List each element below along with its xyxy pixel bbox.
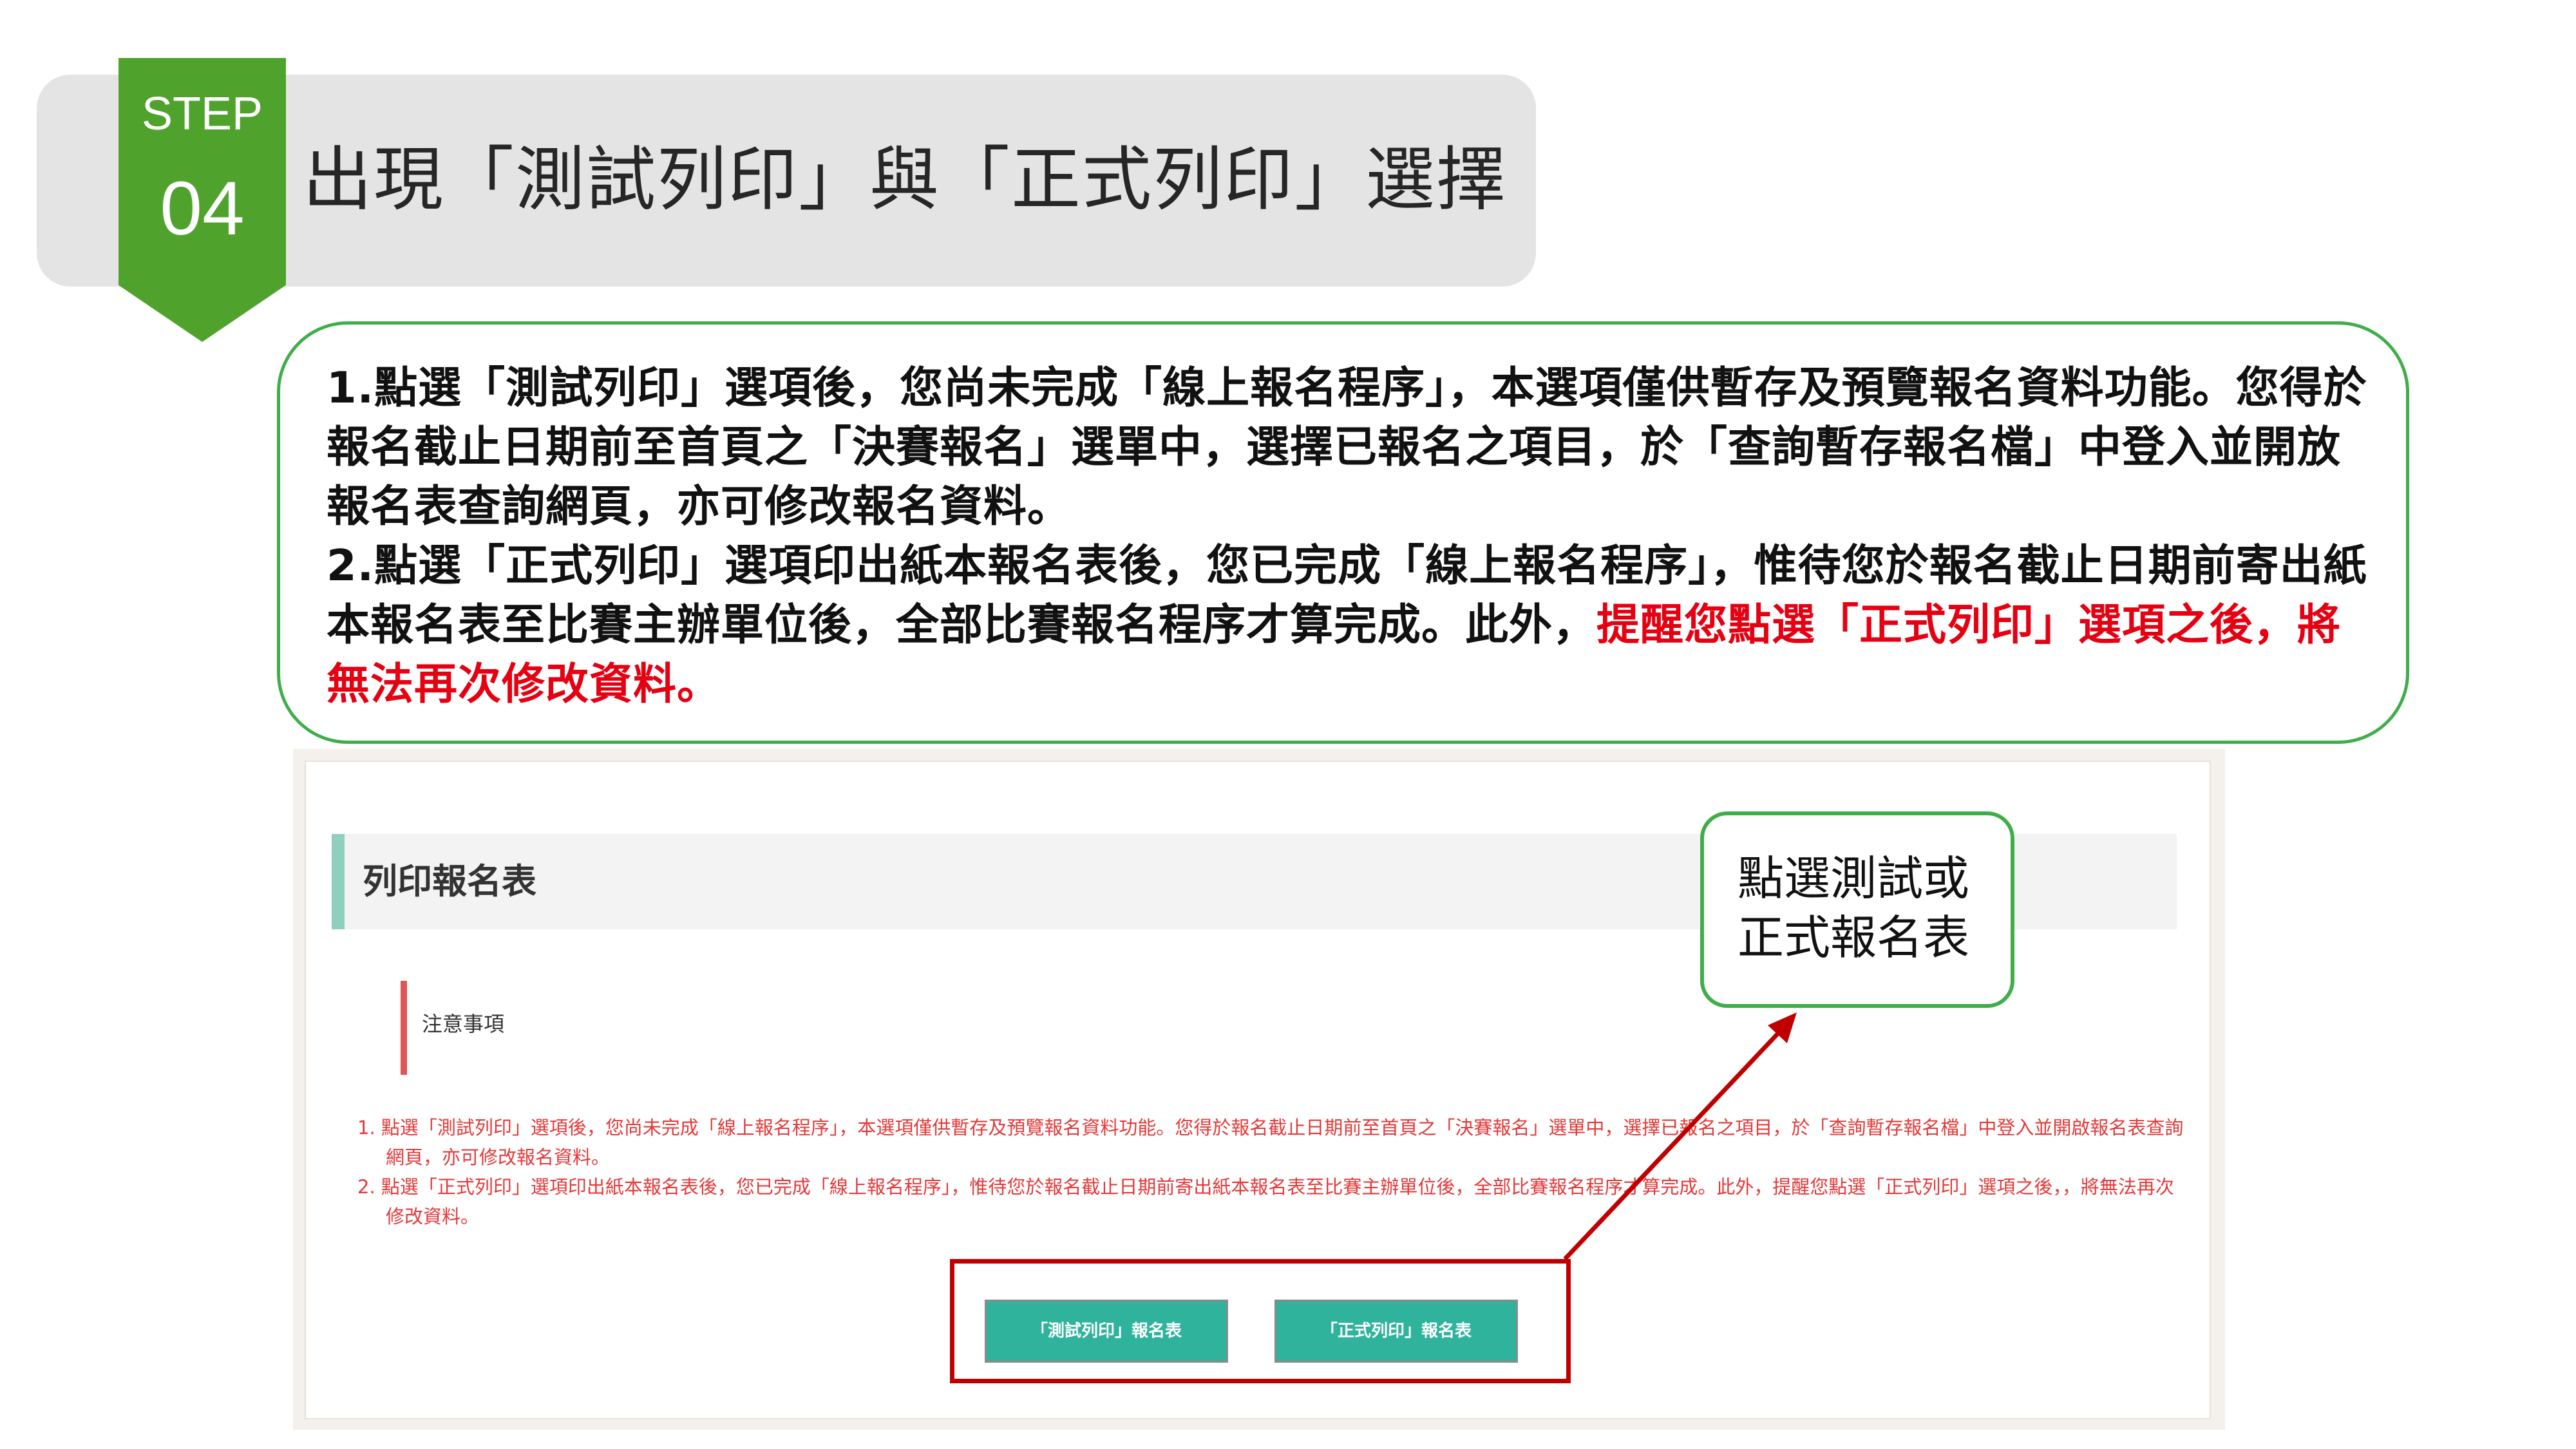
notice-item-2: 2. 點選「正式列印」選項印出紙本報名表後，您已完成「線上報名程序」，惟待您於報… — [357, 1176, 2174, 1227]
callout-text: 點選測試或正式報名表 — [1738, 851, 1970, 965]
step-label: STEP — [141, 88, 263, 140]
notice-list: 1. 點選「測試列印」選項後，您尚未完成「線上報名程序」，本選項僅供暫存及預覽報… — [357, 1113, 2186, 1231]
step-number: 04 — [160, 166, 245, 251]
button-highlight-box — [950, 1259, 1571, 1383]
instruction-box: 1.點選「測試列印」選項後，您尚未完成「線上報名程序」，本選項僅供暫存及預覽報名… — [277, 321, 2409, 744]
step-badge: STEP 04 — [118, 58, 286, 342]
notice-item-1: 1. 點選「測試列印」選項後，您尚未完成「線上報名程序」，本選項僅供暫存及預覽報… — [357, 1117, 2184, 1168]
notice-label: 注意事項 — [422, 1012, 505, 1036]
instruction-item-1: 1.點選「測試列印」選項後，您尚未完成「線上報名程序」，本選項僅供暫存及預覽報名… — [327, 363, 2367, 531]
header-accent-bar — [332, 834, 345, 929]
step-title: 出現「測試列印」與「正式列印」選擇 — [303, 140, 1508, 220]
instruction-item-2: 2.點選「正式列印」選項印出紙本報名表後，您已完成「線上報名程序」，惟待您於報名… — [327, 536, 2374, 714]
notice-accent-bar — [401, 981, 407, 1075]
callout-box: 點選測試或正式報名表 — [1700, 811, 2014, 1008]
instruction-text: 1.點選「測試列印」選項後，您尚未完成「線上報名程序」，本選項僅供暫存及預覽報名… — [327, 358, 2374, 714]
page-title: 列印報名表 — [363, 861, 536, 902]
